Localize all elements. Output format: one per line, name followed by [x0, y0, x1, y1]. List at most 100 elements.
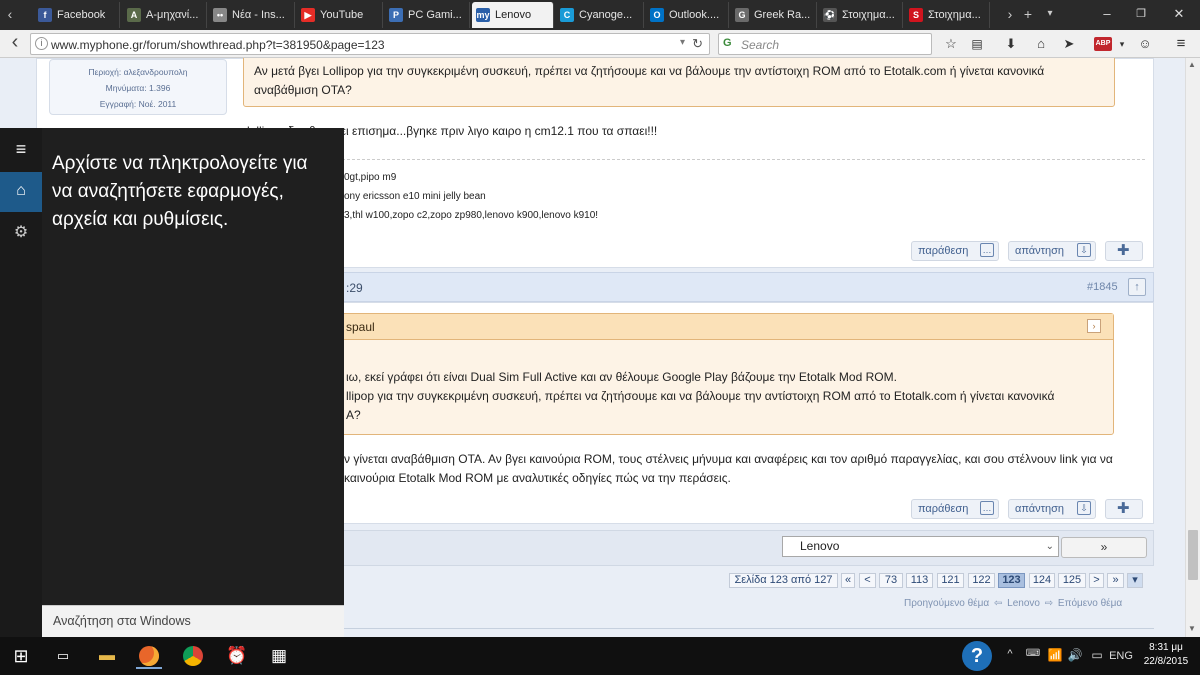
view-post-arrow-icon[interactable]: › — [1087, 319, 1101, 333]
notifications-icon[interactable]: ▭ — [1088, 648, 1106, 664]
page-link[interactable]: 122 — [968, 573, 995, 588]
menu-hamburger-icon[interactable]: ≡ — [1172, 35, 1190, 53]
back-button-icon[interactable]: ‹ — [6, 32, 24, 52]
windows-start-icon[interactable]: ⊞ — [8, 643, 34, 669]
first-page-link[interactable]: « — [841, 573, 855, 588]
plus-icon: ✚ — [1117, 242, 1130, 259]
scroll-up-icon[interactable]: ▲ — [1188, 60, 1196, 69]
arrow-left-icon: ⇦ — [993, 598, 1003, 609]
page-link[interactable]: 73 — [879, 573, 903, 588]
browser-tab[interactable]: G Greek Ra... — [731, 2, 817, 28]
navigation-toolbar: ‹ i www.myphone.gr/forum/showthread.php?… — [0, 30, 1200, 58]
minimize-icon[interactable]: – — [1090, 0, 1124, 30]
search-box[interactable]: G Search — [718, 33, 932, 55]
browser-tab[interactable]: O Outlook.... — [646, 2, 729, 28]
system-clock[interactable]: 8:31 μμ 22/8/2015 — [1138, 641, 1194, 669]
thread-navigation: Προηγούμενο θέμα ⇦ Lenovo ⇨ Επόμενο θέμα — [904, 598, 1122, 609]
page-jump-chevron-down-icon[interactable]: ▾ — [1127, 573, 1143, 588]
scroll-down-icon[interactable]: ▼ — [1188, 624, 1196, 633]
previous-thread-link[interactable]: Προηγούμενο θέμα — [904, 598, 989, 609]
quote-button[interactable]: παράθεση… — [911, 241, 999, 261]
calculator-icon[interactable]: ▦ — [266, 643, 292, 669]
browser-tab[interactable]: A Α-μηχανί... — [123, 2, 207, 28]
next-thread-link[interactable]: Επόμενο θέμα — [1058, 598, 1122, 609]
volume-icon[interactable]: 🔊 — [1066, 648, 1084, 664]
tab-favicon-icon: f — [38, 8, 52, 22]
browser-tab[interactable]: P PC Gami... — [385, 2, 470, 28]
prev-page-link[interactable]: < — [859, 573, 876, 588]
multi-quote-button[interactable]: ✚ — [1105, 499, 1143, 519]
quote-button[interactable]: παράθεση… — [911, 499, 999, 519]
reading-list-icon[interactable]: ▤ — [968, 35, 986, 53]
tab-label: YouTube — [320, 9, 364, 21]
search-engine-icon[interactable]: G — [723, 36, 737, 50]
reply-arrow-icon: ⇩ — [1077, 243, 1091, 257]
current-page-link[interactable]: 123 — [998, 573, 1025, 588]
tab-scroll-left-icon[interactable]: ‹ — [0, 0, 20, 30]
browser-tab[interactable]: ⚽ Στοιχημα... — [819, 2, 903, 28]
reload-icon[interactable]: ↻ — [692, 36, 703, 52]
page-link[interactable]: 125 — [1058, 573, 1086, 588]
post-quote: Αν μετά βγει Lollipop για την συγκεκριμέ… — [243, 58, 1115, 107]
multi-quote-button[interactable]: ✚ — [1105, 241, 1143, 261]
browser-tab[interactable]: my Lenovo — [472, 2, 554, 28]
downloads-icon[interactable]: ⬇ — [1002, 35, 1020, 53]
tab-label: Lenovo — [495, 9, 532, 21]
reply-button[interactable]: απάντηση ⇩ — [1008, 241, 1096, 261]
forum-jump-select[interactable]: Lenovo ⌄ — [782, 536, 1059, 557]
hamburger-menu-icon[interactable]: ≡ — [0, 136, 42, 164]
post-message: ν γίνεται αναβάθμιση ΟΤΑ. Αν βγει καινού… — [344, 452, 1113, 485]
language-indicator[interactable]: ENG — [1108, 648, 1134, 664]
browser-tab[interactable]: •• Νέα - Ins... — [209, 2, 295, 28]
restore-icon[interactable]: ❐ — [1124, 0, 1158, 30]
firefox-icon[interactable] — [136, 643, 162, 669]
tab-favicon-icon: A — [127, 8, 141, 22]
browser-tab[interactable]: ▶ YouTube — [297, 2, 383, 28]
show-hidden-icons-chevron-up-icon[interactable]: ^ — [1002, 648, 1018, 664]
page-link[interactable]: 121 — [937, 573, 964, 588]
home-icon[interactable]: ⌂ — [1032, 35, 1050, 53]
file-explorer-icon[interactable]: ▬ — [94, 643, 120, 669]
tab-list-chevron-down-icon[interactable]: ▾ — [1040, 0, 1060, 30]
chat-icon[interactable]: ☺ — [1136, 35, 1154, 53]
tab-favicon-icon: ▶ — [301, 8, 315, 22]
home-icon[interactable]: ⌂ — [0, 172, 42, 212]
adblock-menu-chevron-down-icon[interactable]: ▾ — [1113, 35, 1131, 53]
speech-bubble-icon: … — [980, 243, 994, 257]
page-link[interactable]: 113 — [906, 573, 933, 588]
site-info-icon[interactable]: i — [35, 37, 48, 50]
task-view-icon[interactable]: ▭ — [50, 643, 76, 669]
browser-tab[interactable]: S Στοιχημα... — [905, 2, 990, 28]
next-page-link[interactable]: > — [1089, 573, 1104, 588]
tab-scroll-right-icon[interactable]: › — [1000, 0, 1020, 30]
chrome-icon[interactable] — [180, 643, 206, 669]
bookmark-star-icon[interactable]: ☆ — [942, 35, 960, 53]
input-method-icon[interactable]: ⌨ — [1024, 648, 1042, 664]
address-bar[interactable]: i www.myphone.gr/forum/showthread.php?t=… — [30, 33, 710, 55]
browser-tab[interactable]: C Cyanoge... — [556, 2, 644, 28]
browser-tab[interactable]: f Facebook — [34, 2, 120, 28]
windows-search-input[interactable]: Αναζήτηση στα Windows — [42, 605, 344, 637]
wifi-signal-icon[interactable]: 📶 — [1046, 648, 1064, 664]
settings-gear-icon[interactable]: ⚙ — [0, 220, 42, 248]
post-quote: spaul › ιω, εκεί γράφει ότι είναι Dual S… — [286, 313, 1114, 435]
scrollbar-thumb[interactable] — [1188, 530, 1198, 580]
scroll-top-arrow-icon[interactable]: ↑ — [1128, 278, 1146, 296]
forum-link[interactable]: Lenovo — [1007, 598, 1040, 609]
help-icon[interactable]: ? — [962, 641, 992, 671]
adblock-icon[interactable]: ABP — [1094, 37, 1112, 51]
page-link[interactable]: 124 — [1029, 573, 1055, 588]
tab-label: Α-μηχανί... — [146, 9, 199, 21]
new-tab-icon[interactable]: + — [1018, 0, 1038, 30]
url-history-chevron-down-icon[interactable]: ▾ — [680, 37, 685, 48]
plus-icon: ✚ — [1117, 500, 1130, 517]
post-number-link[interactable]: #1845 — [1087, 281, 1118, 293]
last-page-link[interactable]: » — [1107, 573, 1124, 588]
send-icon[interactable]: ➤ — [1060, 35, 1078, 53]
page-scrollbar[interactable]: ▲ ▼ — [1185, 58, 1200, 637]
forum-jump-go-button[interactable]: » — [1061, 537, 1147, 558]
close-window-icon[interactable]: ✕ — [1162, 0, 1196, 30]
alarm-clock-icon[interactable]: ⏰ — [224, 643, 250, 669]
reply-button[interactable]: απάντηση ⇩ — [1008, 499, 1096, 519]
clock-date: 22/8/2015 — [1143, 656, 1189, 667]
